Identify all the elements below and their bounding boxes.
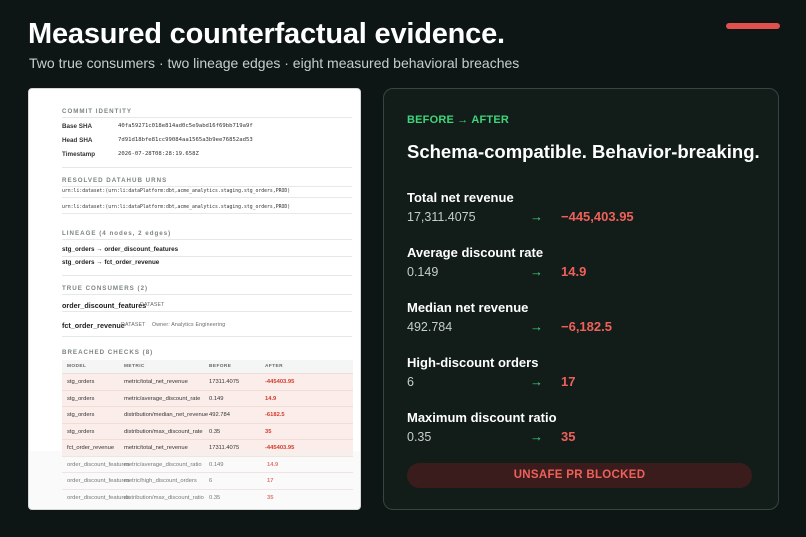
table-cell-metric: distribution/max_discount_rate [124,428,203,435]
column-header: BEFORE [209,364,232,369]
table-cell-metric: metric/average_discount_rate [124,395,201,402]
divider [62,336,352,337]
metric-before: 6 [407,375,414,389]
head-sha-value: 7d91d18bfe81cc99084aa1565a3b9ee76852ad53 [118,137,253,143]
table-cell-before: 0.149 [209,395,224,402]
divider [62,117,352,118]
table-cell-after: 35 [265,428,272,435]
unsafe-pr-blocked-badge: UNSAFE PR BLOCKED [407,463,752,488]
table-cell-metric: metric/total_net_revenue [124,379,188,385]
table-row: stg_orders distribution/median_net_revenu… [62,406,353,423]
table-header: MODEL METRIC BEFORE AFTER [62,360,353,373]
metric-label: Total net revenue [407,190,514,205]
before-after-panel: BEFORE → AFTER Schema-compatible. Behavi… [383,88,779,510]
column-header: METRIC [124,364,145,369]
table-cell-model: stg_orders [67,395,95,402]
head-sha-label: Head SHA [62,137,93,144]
divider [62,239,352,240]
arrow-right-icon: → [530,264,543,279]
consumer-name: fct_order_revenue [62,321,125,330]
commit-identity-heading: COMMIT IDENTITY [62,108,132,115]
table-row: stg_orders distribution/max_discount_rate… [62,422,353,439]
arrow-right-icon: → [530,374,543,389]
page-title: Measured counterfactual evidence. [28,18,505,50]
divider [62,294,352,295]
column-header: AFTER [265,364,283,369]
consumer-owner: Owner: Analytics Engineering [152,322,226,328]
lineage-edge: stg_orders → fct_order_revenue [62,259,160,266]
table-cell-model: stg_orders [67,379,95,385]
accent-bar [726,23,780,29]
metric-before: 0.149 [407,265,439,279]
arrow-right-icon: → [530,429,543,444]
arrow-right-icon: → [530,209,543,224]
scroll-fade [29,451,360,509]
metric-after: 17 [561,374,576,389]
timestamp-value: 2026-07-28T08:28:19.658Z [118,151,199,157]
panel-kicker: BEFORE → AFTER [407,114,510,126]
metric-before: 492.784 [407,320,453,334]
column-header: MODEL [67,364,87,369]
consumer-type: DATASET [140,302,165,308]
table-cell-model: stg_orders [67,412,95,418]
lineage-edge: stg_orders → order_discount_features [62,246,179,253]
table-cell-metric: distribution/median_net_revenue [124,412,209,418]
panel-headline: Schema-compatible. Behavior-breaking. [407,141,760,162]
table-row: stg_orders metric/average_discount_rate 0.… [62,389,353,406]
urn-row: urn:li:dataset:(urn:li:dataPlatform:dbt,… [62,203,352,214]
metric-label: Median net revenue [407,300,529,315]
timestamp-label: Timestamp [62,151,96,158]
consumer-type: DATASET [121,322,146,328]
metric-after: −6,182.5 [561,319,612,334]
arrow-right-icon: → [530,319,543,334]
consumer-name: order_discount_features [62,301,147,310]
evidence-report[interactable]: COMMIT IDENTITY Base SHA 40fa59271c018e8… [28,88,361,510]
metric-before: 0.35 [407,430,432,444]
table-cell-after: 14.9 [265,395,277,402]
table-cell-before: 492.784 [209,412,230,418]
divider [62,311,352,312]
page-subtitle: Two true consumers · two lineage edges ·… [29,55,520,71]
table-cell-after: -6182.5 [265,412,285,418]
consumers-heading: TRUE CONSUMERS (2) [62,285,149,292]
table-cell-model: stg_orders [67,428,95,435]
table-row: stg_orders metric/total_net_revenue 17311.… [62,373,353,390]
table-cell-before: 0.35 [209,428,221,435]
metric-label: Maximum discount ratio [407,410,557,425]
base-sha-label: Base SHA [62,123,93,130]
breached-heading: BREACHED CHECKS (8) [62,349,154,356]
metric-after: 35 [561,429,576,444]
divider [62,275,352,276]
divider [62,256,352,257]
base-sha-value: 40fa59271c018e814ad0c5e9abd16f69bb719a9f [118,123,253,129]
metric-after: −445,403.95 [561,209,634,224]
lineage-heading: LINEAGE (4 nodes, 2 edges) [62,230,172,237]
table-cell-after: -445403.95 [265,379,295,385]
metric-label: Average discount rate [407,245,544,260]
metric-label: High-discount orders [407,355,539,370]
metric-before: 17,311.4075 [407,210,476,224]
urns-heading: RESOLVED DATAHUB URNS [62,177,168,184]
metric-after: 14.9 [561,264,587,279]
urn-row: urn:li:dataset:(urn:li:dataPlatform:dbt,… [62,187,352,198]
table-cell-before: 17311.4075 [209,379,240,385]
divider [62,167,352,168]
